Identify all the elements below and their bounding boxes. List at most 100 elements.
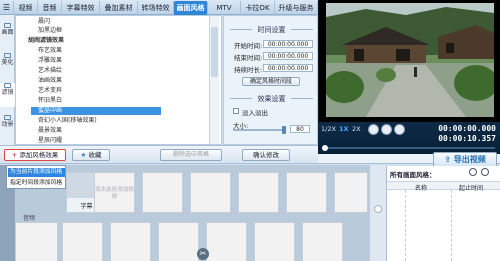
confirm-edit-button[interactable]: 确认修改 — [242, 149, 290, 161]
timeline-area: 字幕 双击此处添加视频 音频 ✂ — [15, 165, 370, 261]
speed-normal[interactable]: 1X — [339, 125, 349, 133]
playback-progress[interactable] — [322, 145, 495, 151]
audio-slot[interactable] — [302, 222, 343, 261]
menu-item-time-range[interactable]: 指定时间段添加风格 — [8, 179, 65, 188]
player-controls: 1/2X 1X 2X 00:00:00.000 00:00:10.357 — [318, 122, 500, 154]
timeline-scroll-column[interactable] — [370, 165, 386, 261]
column-divider — [451, 190, 452, 261]
col-time: 起止时间 — [459, 185, 484, 192]
tab-overlay[interactable]: 叠加素材 — [100, 1, 138, 15]
fade-checkbox[interactable] — [233, 108, 239, 114]
list-item[interactable]: 晨景效果 — [38, 127, 221, 135]
style-list-title: 所有画面风格： — [390, 171, 436, 179]
audio-slot[interactable] — [254, 222, 295, 261]
video-frame-image — [326, 3, 494, 117]
nav-motion[interactable]: 动景 — [0, 115, 15, 128]
tab-upgrade[interactable]: 升级与服务 — [275, 1, 318, 15]
audio-slot[interactable] — [158, 222, 199, 261]
tab-transitions[interactable]: 转场特效 — [138, 1, 174, 15]
nav-filter[interactable]: 滤镜 — [0, 83, 15, 107]
scroll-right-icon[interactable] — [374, 205, 382, 213]
size-value-input[interactable]: 80 — [290, 125, 310, 133]
end-time-input[interactable]: 00:00:00.000 — [263, 52, 313, 60]
list-item[interactable]: 艺术变异 — [38, 87, 221, 95]
nav-picture[interactable]: 画面 — [0, 23, 15, 36]
export-icon: ⇪ — [444, 155, 451, 164]
empty-slot[interactable] — [142, 172, 183, 213]
empty-slot[interactable] — [190, 172, 231, 213]
tab-karaoke[interactable]: 卡拉OK — [241, 1, 275, 15]
effect-list: 晨闪 加黑边框 胡闹滤镜效果 布艺效果 浮雕效果 艺术描绘 油画效果 艺术变异 … — [15, 15, 222, 145]
empty-slot[interactable] — [238, 172, 279, 213]
start-time-input[interactable]: 00:00:00.000 — [263, 40, 313, 48]
effect-settings-title: 效果设置 — [224, 94, 319, 104]
tab-subtitle-effects[interactable]: 字幕特效 — [62, 1, 100, 15]
tab-audio[interactable]: 音频 — [38, 1, 62, 15]
size-slider-knob[interactable] — [282, 126, 286, 134]
col-name: 名称 — [415, 185, 428, 192]
fade-label: 淡入淡出 — [242, 109, 268, 117]
tab-picture-style[interactable]: 画面风格 — [174, 1, 208, 15]
main-tab-bar: ☰ 视频 音频 字幕特效 叠加素材 转场特效 画面风格 MTV 卡拉OK 升级与… — [0, 0, 318, 15]
empty-slot[interactable] — [334, 172, 368, 213]
list-item[interactable]: 浮雕效果 — [38, 57, 221, 65]
menu-item-current-clip[interactable]: 为当前片段添加风格 — [8, 168, 65, 177]
plus-icon: + — [11, 151, 18, 159]
duration-label: 持续时长: — [234, 66, 263, 74]
tab-video[interactable]: 视频 — [14, 1, 38, 15]
video-frame[interactable] — [326, 3, 494, 117]
menu-icon[interactable]: ☰ — [0, 1, 14, 15]
play-button[interactable] — [381, 124, 392, 135]
empty-slot[interactable] — [286, 172, 327, 213]
stop-button[interactable] — [368, 124, 379, 135]
settings-panel: 时间设置 开始时间: 00:00:00.000 结束时间: 00:00:00.0… — [223, 15, 318, 145]
list-item[interactable]: 艺术描绘 — [38, 67, 221, 75]
current-time: 00:00:00.000 — [438, 124, 496, 133]
audio-track-label: 音频 — [23, 215, 36, 222]
list-item[interactable]: 怀旧黑白 — [38, 97, 221, 105]
audio-slot[interactable] — [15, 222, 58, 261]
video-editor-window: ☰ 视频 音频 字幕特效 叠加素材 转场特效 画面风格 MTV 卡拉OK 升级与… — [0, 0, 500, 261]
list-item[interactable]: 晨闪 — [38, 18, 221, 26]
add-style-effect-button[interactable]: + 添加风格效果 — [4, 149, 66, 161]
audio-slot[interactable] — [62, 222, 103, 261]
speed-half[interactable]: 1/2X — [321, 125, 336, 133]
add-effect-menu: 为当前片段添加风格 指定时间段添加风格 — [6, 165, 66, 189]
list-item-selected[interactable]: 蜜晶中画 — [31, 107, 161, 115]
list-item[interactable]: 星辰闪耀 — [38, 137, 221, 144]
audio-slot[interactable] — [206, 222, 247, 261]
time-settings-title: 时间设置 — [224, 25, 319, 35]
list-group[interactable]: 胡闹滤镜效果 — [22, 37, 221, 45]
duration-input[interactable]: 00:00:00.000 — [263, 64, 313, 72]
audio-slot[interactable] — [110, 222, 151, 261]
size-slider[interactable] — [233, 129, 286, 131]
progress-knob[interactable] — [322, 145, 328, 151]
scissors-icon[interactable]: ✂ — [197, 248, 209, 260]
list-item[interactable]: 加黑边框 — [38, 27, 221, 35]
tab-mtv[interactable]: MTV — [208, 1, 241, 15]
list-item[interactable]: 油画效果 — [38, 77, 221, 85]
list-scrollbar[interactable] — [209, 16, 219, 144]
picture-icon — [4, 23, 11, 28]
category-nav: 画面 美化 滤镜 动景 — [0, 15, 15, 145]
empty-slot[interactable]: 双击此处添加视频 — [94, 172, 135, 213]
end-time-label: 结束时间: — [234, 54, 263, 62]
delete-icon[interactable] — [481, 168, 489, 176]
total-time: 00:00:10.357 — [438, 134, 496, 143]
list-item[interactable]: 奇幻小人国(移轴效果) — [38, 117, 221, 125]
column-divider — [405, 190, 406, 261]
confirm-time-range-button[interactable]: 确定风格时间段 — [242, 77, 300, 86]
effect-toolbar: + 添加风格效果 ★ 收藏 删除选中风格 确认修改 — [0, 145, 318, 164]
refresh-icon[interactable] — [469, 168, 477, 176]
delete-style-button[interactable]: 删除选中风格 — [160, 149, 222, 161]
favorite-icon: ★ — [80, 151, 87, 159]
speed-double[interactable]: 2X — [352, 125, 361, 133]
scrollbar-thumb[interactable] — [211, 27, 218, 77]
beautify-icon — [4, 53, 11, 58]
list-item[interactable]: 布艺效果 — [38, 47, 221, 55]
start-time-label: 开始时间: — [234, 42, 263, 50]
nav-beautify[interactable]: 美化 — [0, 53, 15, 66]
next-frame-button[interactable] — [394, 124, 405, 135]
favorite-button[interactable]: ★ 收藏 — [72, 149, 110, 161]
export-video-button[interactable]: ⇪ 导出视频 — [433, 152, 497, 167]
